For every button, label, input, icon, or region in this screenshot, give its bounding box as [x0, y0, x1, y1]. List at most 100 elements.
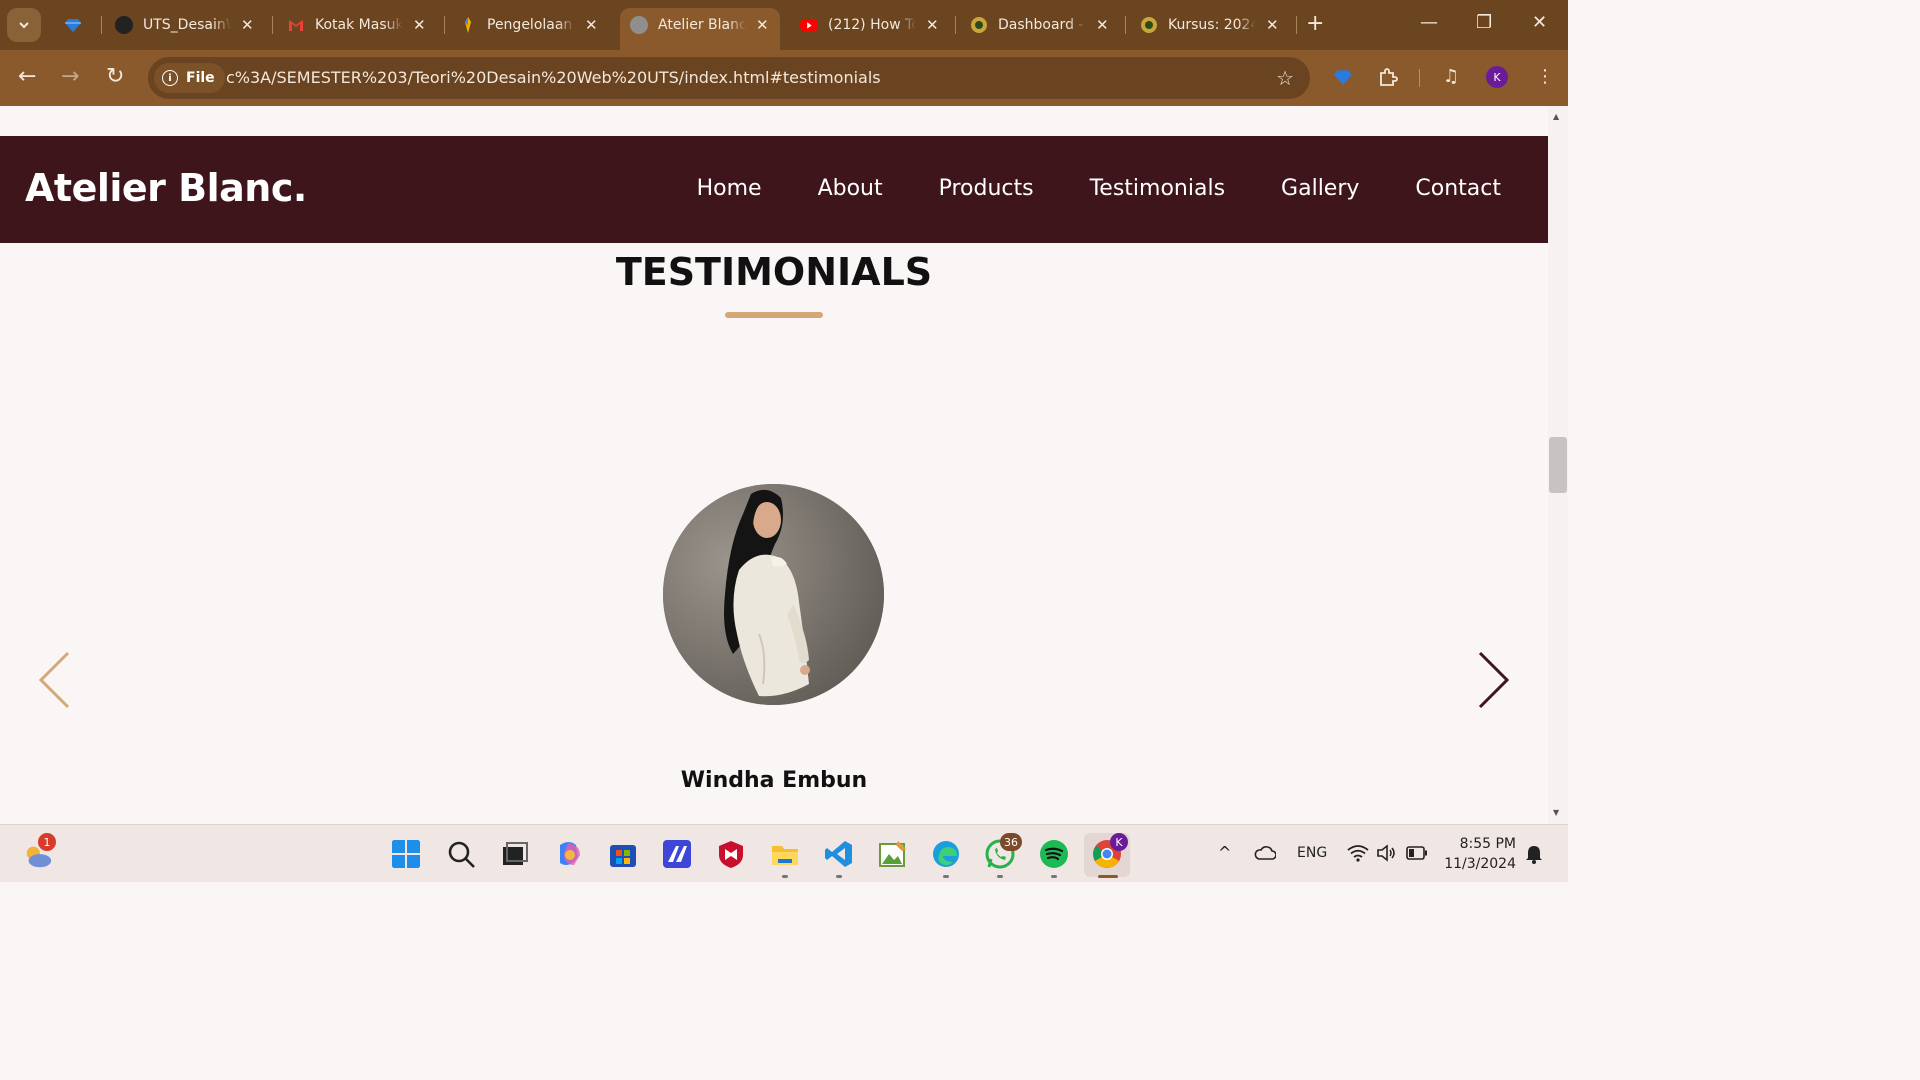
- onedrive-cloud-icon[interactable]: [1254, 845, 1276, 861]
- close-icon[interactable]: ✕: [585, 16, 598, 34]
- gem-icon: [65, 19, 81, 32]
- task-view-icon[interactable]: [500, 839, 530, 869]
- running-indicator: [997, 875, 1003, 878]
- input-language[interactable]: ENG: [1297, 845, 1327, 861]
- tab-gem[interactable]: [64, 8, 82, 42]
- feather-icon: [465, 17, 471, 33]
- tab-separator: [955, 16, 956, 34]
- running-indicator: [1051, 875, 1057, 878]
- reviewer-name: Windha Embun: [680, 768, 868, 793]
- weather-notification-badge: 1: [38, 833, 56, 851]
- nav-contact[interactable]: Contact: [1415, 176, 1501, 201]
- tab-separator: [272, 16, 273, 34]
- info-icon: i: [162, 70, 178, 86]
- close-icon[interactable]: ✕: [241, 16, 254, 34]
- volume-icon[interactable]: [1376, 844, 1396, 862]
- tab-atelier-blanc[interactable]: Atelier Blanc ✕: [630, 8, 769, 42]
- browser-tab-strip: UTS_DesainW ✕ Kotak Masuk ✕ Pengelolaan …: [0, 0, 1568, 50]
- tab-kursus[interactable]: Kursus: 2024 ✕: [1140, 8, 1279, 42]
- scrollbar-thumb[interactable]: [1549, 437, 1567, 493]
- notification-bell-icon[interactable]: [1525, 844, 1543, 864]
- tab-separator: [1125, 16, 1126, 34]
- tab-separator: [1296, 16, 1297, 34]
- tab-label: Kotak Masuk: [315, 17, 403, 33]
- minimize-icon[interactable]: —: [1420, 12, 1438, 33]
- carousel-prev-arrow[interactable]: [38, 651, 72, 709]
- scroll-up-icon[interactable]: ▲: [1553, 112, 1559, 121]
- close-icon[interactable]: ✕: [926, 16, 939, 34]
- battery-icon[interactable]: [1406, 846, 1428, 860]
- tab-search-button[interactable]: [7, 8, 41, 42]
- nav-home[interactable]: Home: [697, 176, 762, 201]
- close-icon[interactable]: ✕: [1266, 16, 1279, 34]
- clock-time: 8:55 PM: [1459, 836, 1516, 852]
- url-text[interactable]: c%3A/SEMESTER%203/Teori%20Desain%20Web%2…: [226, 68, 881, 87]
- file-explorer-icon[interactable]: [770, 839, 800, 869]
- tab-dashboard[interactable]: Dashboard - ✕: [970, 8, 1109, 42]
- gmail-icon: [289, 20, 303, 31]
- browser-toolbar: ← → ↻ i File c%3A/SEMESTER%203/Teori%20D…: [0, 50, 1568, 106]
- site-info-label: File: [186, 70, 215, 86]
- section-title: TESTIMONIALS: [615, 250, 933, 294]
- tab-gmail[interactable]: Kotak Masuk ✕: [287, 8, 426, 42]
- tab-youtube[interactable]: (212) How To ✕: [800, 8, 939, 42]
- reload-icon[interactable]: ↻: [106, 64, 124, 89]
- profile-avatar[interactable]: K: [1486, 66, 1508, 88]
- bookmark-star-icon[interactable]: ☆: [1276, 66, 1294, 90]
- microsoft-store-icon[interactable]: [608, 839, 638, 869]
- window-close-icon[interactable]: ✕: [1532, 12, 1547, 33]
- mcafee-shield-icon[interactable]: [716, 839, 746, 869]
- running-indicator: [836, 875, 842, 878]
- tab-label: Pengelolaan: [487, 17, 573, 33]
- puzzle-extensions-icon[interactable]: [1377, 66, 1399, 88]
- back-arrow-icon[interactable]: ←: [18, 64, 36, 89]
- forward-arrow-icon[interactable]: →: [61, 64, 79, 89]
- page-viewport: Atelier Blanc. Home About Products Testi…: [0, 106, 1548, 824]
- close-icon[interactable]: ✕: [756, 16, 769, 34]
- clock-date: 11/3/2024: [1444, 856, 1516, 872]
- system-clock[interactable]: 8:55 PM 11/3/2024: [1444, 834, 1516, 874]
- media-queue-icon[interactable]: ♫: [1443, 66, 1459, 87]
- scroll-down-icon[interactable]: ▼: [1553, 808, 1559, 817]
- toolbar-separator: [1419, 69, 1420, 87]
- wifi-icon[interactable]: [1347, 844, 1369, 862]
- github-icon: [115, 16, 133, 34]
- photo-editor-icon[interactable]: [878, 839, 908, 869]
- restore-icon[interactable]: ❐: [1476, 12, 1492, 33]
- gem-extension-icon[interactable]: [1333, 67, 1353, 87]
- nav-testimonials[interactable]: Testimonials: [1090, 176, 1225, 201]
- whatsapp-unread-badge: 36: [1000, 833, 1022, 851]
- nav-gallery[interactable]: Gallery: [1281, 176, 1359, 201]
- tab-separator: [444, 16, 445, 34]
- site-info-chip[interactable]: i File: [154, 63, 225, 93]
- nav-products[interactable]: Products: [939, 176, 1034, 201]
- tab-github[interactable]: UTS_DesainW ✕: [115, 8, 254, 42]
- site-menu: Home About Products Testimonials Gallery…: [697, 176, 1501, 201]
- active-indicator: [1098, 875, 1118, 878]
- tab-pengelolaan[interactable]: Pengelolaan ✕: [459, 8, 598, 42]
- carousel-next-arrow[interactable]: [1476, 651, 1510, 709]
- edge-browser-icon[interactable]: [931, 839, 961, 869]
- copilot-icon[interactable]: [554, 839, 584, 869]
- show-hidden-icons-chevron[interactable]: ^: [1218, 843, 1231, 862]
- nav-about[interactable]: About: [818, 176, 883, 201]
- search-icon[interactable]: [446, 839, 476, 869]
- chrome-profile-badge: K: [1110, 833, 1128, 851]
- vscode-icon[interactable]: [824, 839, 854, 869]
- globe-icon: [630, 16, 648, 34]
- new-tab-button[interactable]: +: [1306, 13, 1324, 35]
- spotify-icon[interactable]: [1039, 839, 1069, 869]
- app-launcher-icon[interactable]: [662, 839, 692, 869]
- kebab-menu-icon[interactable]: ⋮: [1536, 66, 1554, 87]
- windows-taskbar: 1 36 K ^ ENG 8:55 PM 11/3/2024: [0, 824, 1568, 882]
- youtube-icon: [800, 19, 818, 32]
- site-logo[interactable]: Atelier Blanc.: [25, 166, 307, 210]
- chevron-down-icon: [19, 22, 29, 29]
- tab-label: (212) How To: [828, 17, 916, 33]
- close-icon[interactable]: ✕: [413, 16, 426, 34]
- tab-label: Kursus: 2024: [1168, 17, 1256, 33]
- close-icon[interactable]: ✕: [1096, 16, 1109, 34]
- tab-separator: [101, 16, 102, 34]
- address-bar[interactable]: i File c%3A/SEMESTER%203/Teori%20Desain%…: [148, 57, 1310, 99]
- windows-start-icon[interactable]: [391, 839, 421, 869]
